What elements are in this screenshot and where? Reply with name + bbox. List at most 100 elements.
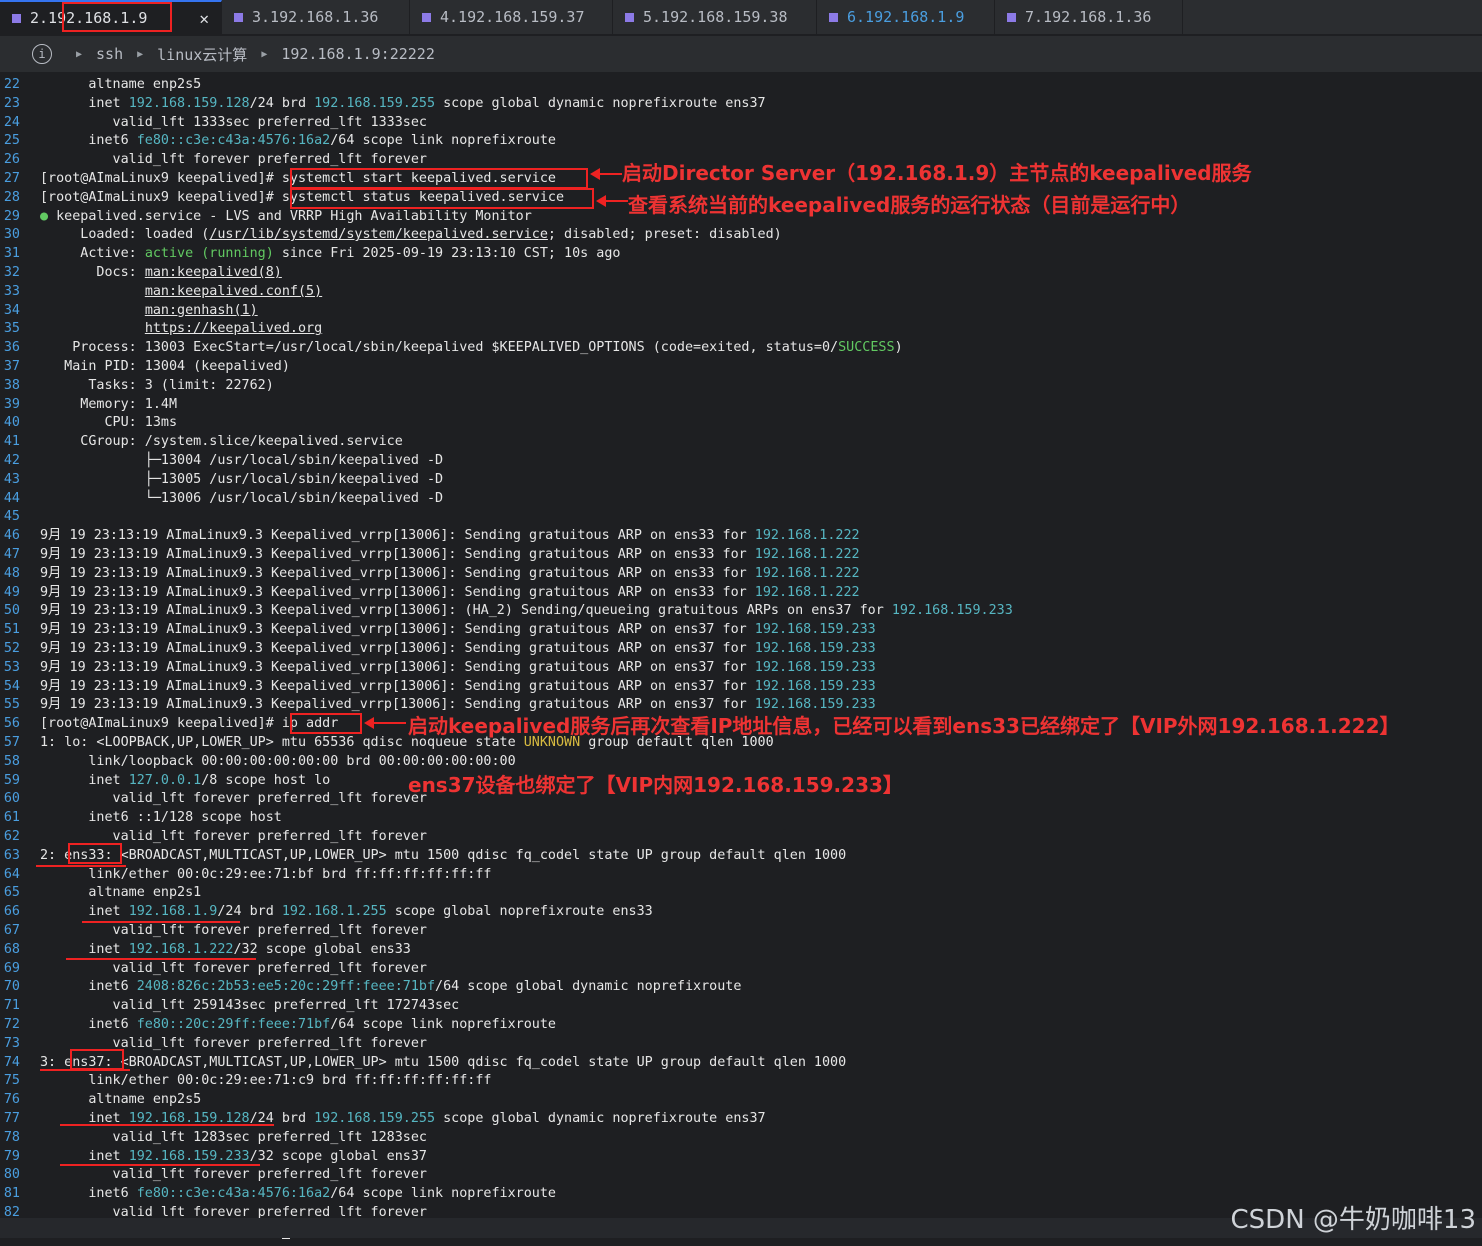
line-number: 52 <box>3 641 20 656</box>
line-number: 73 <box>3 1035 20 1051</box>
terminal-line: 32 Docs: man:keepalived(8) <box>0 264 282 283</box>
terminal-text: valid_lft forever preferred_lft forever <box>40 791 427 807</box>
line-number: 50 <box>3 603 20 619</box>
tab-7[interactable]: 7.192.168.1.36 <box>995 0 1183 34</box>
terminal-line: 69 valid_lft forever preferred_lft forev… <box>0 960 427 979</box>
line-number: 48 <box>3 565 20 581</box>
line-number: 53 <box>3 659 20 675</box>
terminal-text: CPU: 13ms <box>40 415 178 431</box>
line-number: 61 <box>3 810 20 826</box>
line-number: 71 <box>3 998 20 1014</box>
terminal-text: valid_lft forever preferred_lft forever <box>40 923 427 938</box>
terminal-text: link/loopback 00:00:00:00:00:00 brd 00:0… <box>40 753 516 769</box>
terminal-line: 46 9月 19 23:13:19 AImaLinux9.3 Keepalived… <box>0 527 860 546</box>
terminal-text: Memory: 1.4M <box>40 396 178 412</box>
terminal-text: 2: ens33: <BROADCAST,MULTICAST,UP,LOWER_… <box>40 847 847 863</box>
close-icon[interactable]: ✕ <box>179 9 209 28</box>
tab-4[interactable]: 4.192.168.159.37 <box>410 0 613 34</box>
line-number: 45 <box>3 509 20 525</box>
terminal-line: 39 Memory: 1.4M <box>0 396 177 415</box>
terminal-line: 45 <box>0 508 40 527</box>
terminal-text: Main PID: 13004 (keepalived) <box>40 359 290 374</box>
underline <box>82 921 240 923</box>
line-number: 58 <box>3 753 20 769</box>
line-number: 60 <box>3 791 20 807</box>
terminal-text: Docs: man:keepalived(8) <box>40 265 282 280</box>
tab-3[interactable]: 3.192.168.1.36 <box>222 0 410 34</box>
terminal-line: 47 9月 19 23:13:19 AImaLinux9.3 Keepalived… <box>0 546 860 565</box>
line-number: 30 <box>3 227 20 243</box>
terminal-text: valid_lft 259143sec preferred_lft 172743… <box>40 998 460 1014</box>
line-number: 75 <box>3 1073 20 1089</box>
info-icon[interactable]: i <box>32 44 52 64</box>
breadcrumb-folder[interactable]: linux云计算 <box>157 44 247 65</box>
line-number: 43 <box>3 471 20 487</box>
chevron-right-icon: ▶ <box>261 48 268 60</box>
terminal-line: 59 inet 127.0.0.1/8 scope host lo <box>0 772 330 791</box>
arrow-icon <box>596 195 628 207</box>
highlight-box <box>62 2 172 32</box>
line-number: 79 <box>3 1148 20 1164</box>
breadcrumb-host[interactable]: 192.168.1.9:22222 <box>281 45 435 63</box>
terminal-text: inet6 ::1/128 scope host <box>40 810 282 826</box>
line-number: 34 <box>3 302 20 318</box>
breadcrumb-ssh[interactable]: ssh <box>96 45 123 63</box>
terminal-text: 9月 19 23:13:19 AImaLinux9.3 Keepalived_v… <box>40 641 876 656</box>
line-number: 72 <box>3 1017 20 1032</box>
highlight-box <box>290 168 588 189</box>
terminal-line: 78 valid_lft 1283sec preferred_lft 1283s… <box>0 1129 427 1148</box>
terminal-text: 9月 19 23:13:19 AImaLinux9.3 Keepalived_v… <box>40 584 860 600</box>
line-number: 24 <box>3 114 20 130</box>
terminal-line: 31 Active: active (running) since Fri 20… <box>0 245 621 264</box>
highlight-box <box>290 188 594 209</box>
annotation-status: 查看系统当前的keepalived服务的运行状态（目前是运行中） <box>628 193 1191 217</box>
line-number: 38 <box>3 377 20 393</box>
terminal-text: inet 192.168.1.9/24 brd 192.168.1.255 sc… <box>40 904 653 920</box>
terminal-text: https://keepalived.org <box>144 321 323 337</box>
underline <box>36 865 126 867</box>
tab-5[interactable]: 5.192.168.159.38 <box>613 0 817 34</box>
terminal-line: 23 inet 192.168.159.128/24 brd 192.168.1… <box>0 95 766 114</box>
terminal-line: 68 inet 192.168.1.222/32 scope global en… <box>0 941 411 960</box>
terminal-line: 70 inet6 2408:826c:2b53:ee5:20c:29ff:fee… <box>0 978 742 997</box>
terminal-text: inet 192.168.159.128/24 brd 192.168.159.… <box>40 95 766 111</box>
underline <box>60 1164 260 1166</box>
terminal-line: 29 ● keepalived.service - LVS and VRRP Hi… <box>0 208 532 227</box>
tab-6[interactable]: 6.192.168.1.9 <box>817 0 995 34</box>
terminal[interactable]: 22 altname enp2s5 23 inet 192.168.159.128… <box>0 76 1482 1246</box>
terminal-text: 9月 19 23:13:19 AImaLinux9.3 Keepalived_v… <box>40 678 876 694</box>
terminal-line: 49 9月 19 23:13:19 AImaLinux9.3 Keepalived… <box>0 584 860 603</box>
terminal-line: 66 inet 192.168.1.9/24 brd 192.168.1.255… <box>0 903 653 922</box>
terminal-text: altname enp2s5 <box>40 1092 202 1108</box>
terminal-line: 62 valid_lft forever preferred_lft forev… <box>0 828 427 847</box>
terminal-text: man:keepalived.conf(5) <box>144 283 323 299</box>
terminal-text: link/ether 00:0c:29:ee:71:bf brd ff:ff:f… <box>40 866 492 882</box>
terminal-line: 60 valid_lft forever preferred_lft forev… <box>0 790 427 809</box>
line-number: 62 <box>3 829 20 844</box>
highlight-box <box>70 1049 124 1070</box>
terminal-text: inet6 fe80::c3e:c43a:4576:16a2/64 scope … <box>40 1186 556 1202</box>
terminal-text: 9月 19 23:13:19 AImaLinux9.3 Keepalived_v… <box>40 622 876 638</box>
terminal-line: 42 ├─13004 /usr/local/sbin/keepalived -D <box>0 452 443 471</box>
line-number: 37 <box>3 359 20 374</box>
terminal-line: 22 altname enp2s5 <box>0 76 201 95</box>
terminal-line: 52 9月 19 23:13:19 AImaLinux9.3 Keepalived… <box>0 640 876 659</box>
terminal-text: Process: 13003 ExecStart=/usr/local/sbin… <box>40 340 903 356</box>
line-number: 68 <box>3 941 20 957</box>
terminal-line: 50 9月 19 23:13:19 AImaLinux9.3 Keepalived… <box>0 602 1013 621</box>
line-number: 32 <box>3 265 20 280</box>
terminal-text: inet6 fe80::c3e:c43a:4576:16a2/64 scope … <box>40 133 556 149</box>
terminal-line: 53 9月 19 23:13:19 AImaLinux9.3 Keepalived… <box>0 659 876 678</box>
terminal-line: 44 └─13006 /usr/local/sbin/keepalived -D <box>0 490 443 509</box>
terminal-line: 38 Tasks: 3 (limit: 22762) <box>0 377 274 396</box>
terminal-text: Tasks: 3 (limit: 22762) <box>40 377 274 393</box>
session-icon <box>422 12 431 22</box>
terminal-text: ├─13005 /usr/local/sbin/keepalived -D <box>40 471 444 487</box>
terminal-line: 76 altname enp2s5 <box>0 1091 201 1110</box>
tab-label: 3.192.168.1.36 <box>252 8 379 26</box>
terminal-line: 73 valid_lft forever preferred_lft forev… <box>0 1035 427 1054</box>
chevron-right-icon: ▶ <box>137 48 144 60</box>
line-number: 29 <box>3 208 20 224</box>
terminal-text: altname enp2s1 <box>40 885 202 901</box>
terminal-text: inet6 2408:826c:2b53:ee5:20c:29ff:feee:7… <box>40 979 742 995</box>
